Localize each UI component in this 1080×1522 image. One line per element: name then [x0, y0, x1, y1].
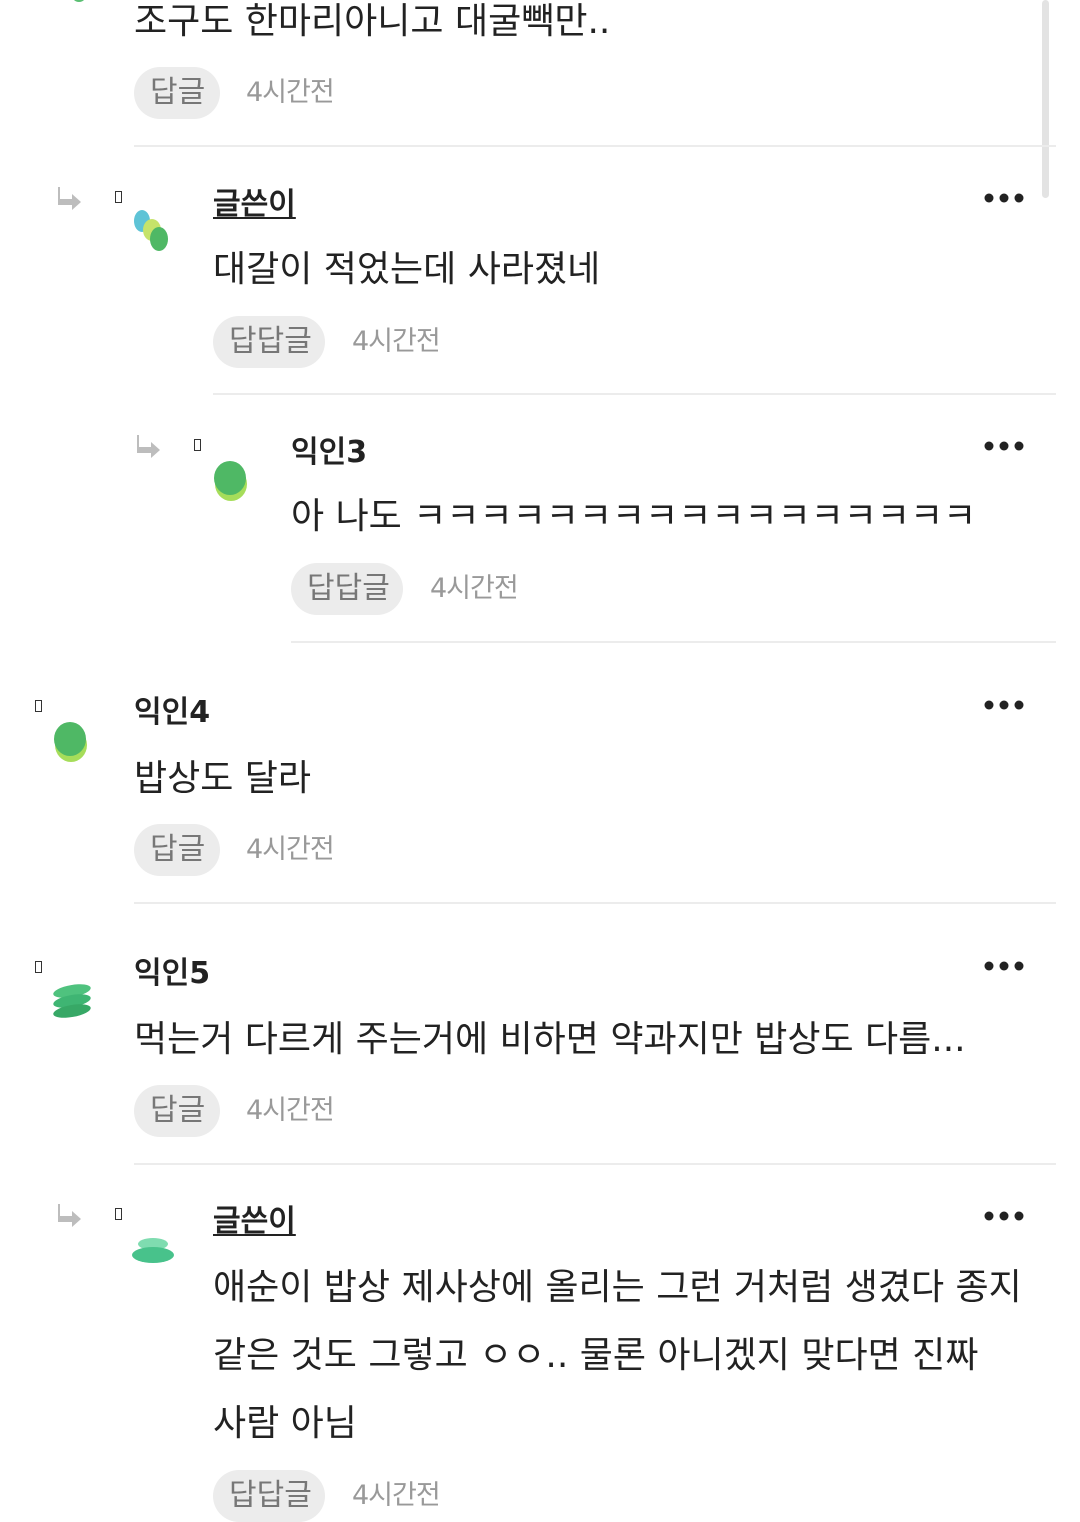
comment-time: 4시간전 — [246, 77, 335, 108]
divider — [134, 1163, 1056, 1165]
comment-time: 4시간전 — [246, 1095, 335, 1126]
comment-time: 4시간전 — [352, 326, 441, 357]
image-placeholder-icon — [35, 961, 42, 973]
avatar — [52, 716, 92, 770]
comment-author[interactable]: 글쓴이 — [213, 1202, 296, 1242]
comment-text: 대갈이 적었는데 사라졌네 — [213, 249, 601, 290]
reply-button[interactable]: 답답글 — [291, 563, 403, 615]
comment-text: 애순이 밥상 제사상에 올리는 그런 거처럼 생겼다 종지 같은 것도 그렇고 … — [213, 1267, 1022, 1444]
comment-author[interactable]: 익인5 — [134, 954, 210, 994]
avatar — [50, 982, 94, 1026]
image-placeholder-icon — [115, 1208, 122, 1220]
comment-time: 4시간전 — [352, 1480, 441, 1511]
more-options-icon[interactable] — [982, 183, 1026, 213]
divider — [213, 393, 1056, 395]
more-options-icon[interactable] — [982, 690, 1026, 720]
reply-button[interactable]: 답글 — [134, 824, 220, 876]
more-options-icon[interactable] — [982, 431, 1026, 461]
comment-text: 아 나도 ㅋㅋㅋㅋㅋㅋㅋㅋㅋㅋㅋㅋㅋㅋㅋㅋㅋ — [291, 496, 977, 537]
more-options-icon[interactable] — [982, 951, 1026, 981]
comment-time: 4시간전 — [246, 834, 335, 865]
reply-arrow-icon — [56, 1202, 84, 1232]
reply-button[interactable]: 답글 — [134, 1085, 220, 1137]
reply-button[interactable]: 답글 — [134, 67, 220, 119]
avatar — [212, 456, 250, 508]
divider — [134, 902, 1056, 904]
more-options-icon[interactable] — [982, 1201, 1026, 1231]
comment-author[interactable]: 익인3 — [291, 433, 367, 473]
image-placeholder-icon — [35, 700, 42, 712]
image-placeholder-icon — [115, 191, 122, 203]
scrollbar[interactable] — [1042, 0, 1049, 198]
divider — [291, 641, 1056, 643]
reply-arrow-icon — [135, 433, 163, 463]
avatar — [132, 206, 172, 260]
avatar — [68, 0, 90, 8]
comment-author[interactable]: 익인4 — [134, 693, 210, 733]
comment-text: 조구도 한마리아니고 대굴빽만.. — [134, 1, 611, 42]
comment-text: 밥상도 달라 — [134, 758, 312, 799]
reply-button[interactable]: 답답글 — [213, 316, 325, 368]
image-placeholder-icon — [194, 439, 201, 451]
comment-author[interactable]: 글쓴이 — [213, 185, 296, 225]
divider — [134, 145, 1056, 147]
comment-text: 먹는거 다르게 주는거에 비하면 약과지만 밥상도 다름... — [134, 1019, 966, 1060]
reply-arrow-icon — [56, 185, 84, 215]
reply-button[interactable]: 답답글 — [213, 1470, 325, 1522]
avatar — [130, 1234, 178, 1272]
comment-time: 4시간전 — [430, 573, 519, 604]
